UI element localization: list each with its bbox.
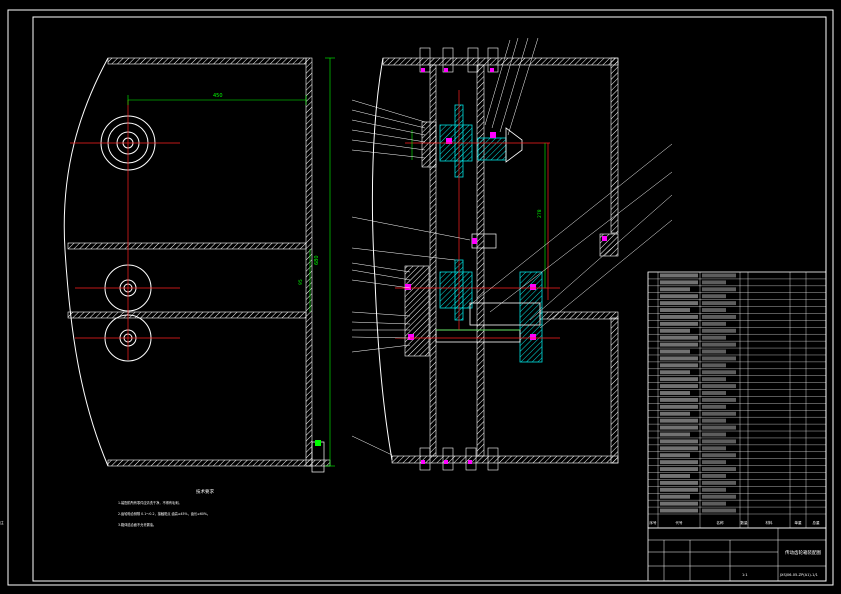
housing-mid-plate — [539, 311, 619, 320]
left-view-contour — [63, 57, 109, 467]
upper-shaft-assembly — [421, 104, 523, 178]
bom-header-cell: 总重 — [812, 520, 820, 525]
dim-total-height: 680 — [314, 255, 320, 265]
bom-header-cell: 材料 — [765, 520, 773, 525]
scale: 1:1 — [742, 573, 748, 577]
housing-right-wall-lower — [610, 317, 619, 464]
dim-center: 278 — [537, 209, 543, 218]
bom-header-cell: 名称 — [716, 520, 724, 525]
title-block: 传动齿轮箱装配图 JXSJ06-05-ZP(A1)-1/1 1:1 — [647, 527, 827, 582]
left-dimensions — [127, 57, 335, 467]
left-view-bottom-wall — [107, 459, 331, 467]
leader-lines-top — [484, 37, 539, 136]
bom-header-cell: 单重 — [794, 520, 802, 525]
bom-header-cell: 代号 — [675, 520, 683, 525]
right-view: 278 — [351, 37, 673, 471]
dim-middle: 95 — [298, 279, 304, 285]
drawing-title: 传动齿轮箱装配图 — [785, 549, 821, 556]
cad-drawing-sheet: 450 680 95 278 技术要求 1.装配前所有零件应清洗干净，不得有毛刺… — [0, 9, 834, 586]
bom-header-cell: 序号 — [649, 520, 657, 525]
left-view-mid-wall-1 — [67, 242, 307, 250]
bom-header-cell: 数量 — [740, 520, 748, 525]
housing-right-wall-upper — [610, 57, 619, 234]
note-1: 1.装配前所有零件应清洗干净，不得有毛刺。 — [118, 500, 182, 505]
housing-left-contour — [371, 57, 393, 461]
left-view-top-wall — [107, 57, 307, 65]
housing-bottom-wall — [391, 455, 619, 464]
left-view-mid-wall-2 — [67, 311, 307, 319]
housing-inner-wall-2 — [476, 64, 485, 457]
note-2: 2.齿轮啮合侧隙 0.1～0.2，接触斑点 齿高≥45%，齿长≥60%。 — [118, 511, 210, 516]
left-view-right-wall — [305, 57, 313, 467]
left-view: 450 680 95 — [63, 57, 335, 473]
notes-heading: 技术要求 — [196, 488, 214, 495]
note-3: 3.箱体结合面不允许漏油。 — [118, 522, 156, 527]
dim-top-width: 450 — [213, 93, 223, 99]
lower-gear-assembly — [404, 259, 543, 363]
bom-header-cell: 备注 — [0, 520, 4, 525]
technical-notes: 技术要求 1.装配前所有零件应清洗干净，不得有毛刺。 2.齿轮啮合侧隙 0.1～… — [118, 488, 214, 527]
housing-top-wall — [382, 57, 619, 66]
leader-lines-right — [469, 143, 673, 329]
drawing-number: JXSJ06-05-ZP(A1)-1/1 — [779, 573, 818, 577]
left-view-foot-bolt — [311, 441, 325, 473]
